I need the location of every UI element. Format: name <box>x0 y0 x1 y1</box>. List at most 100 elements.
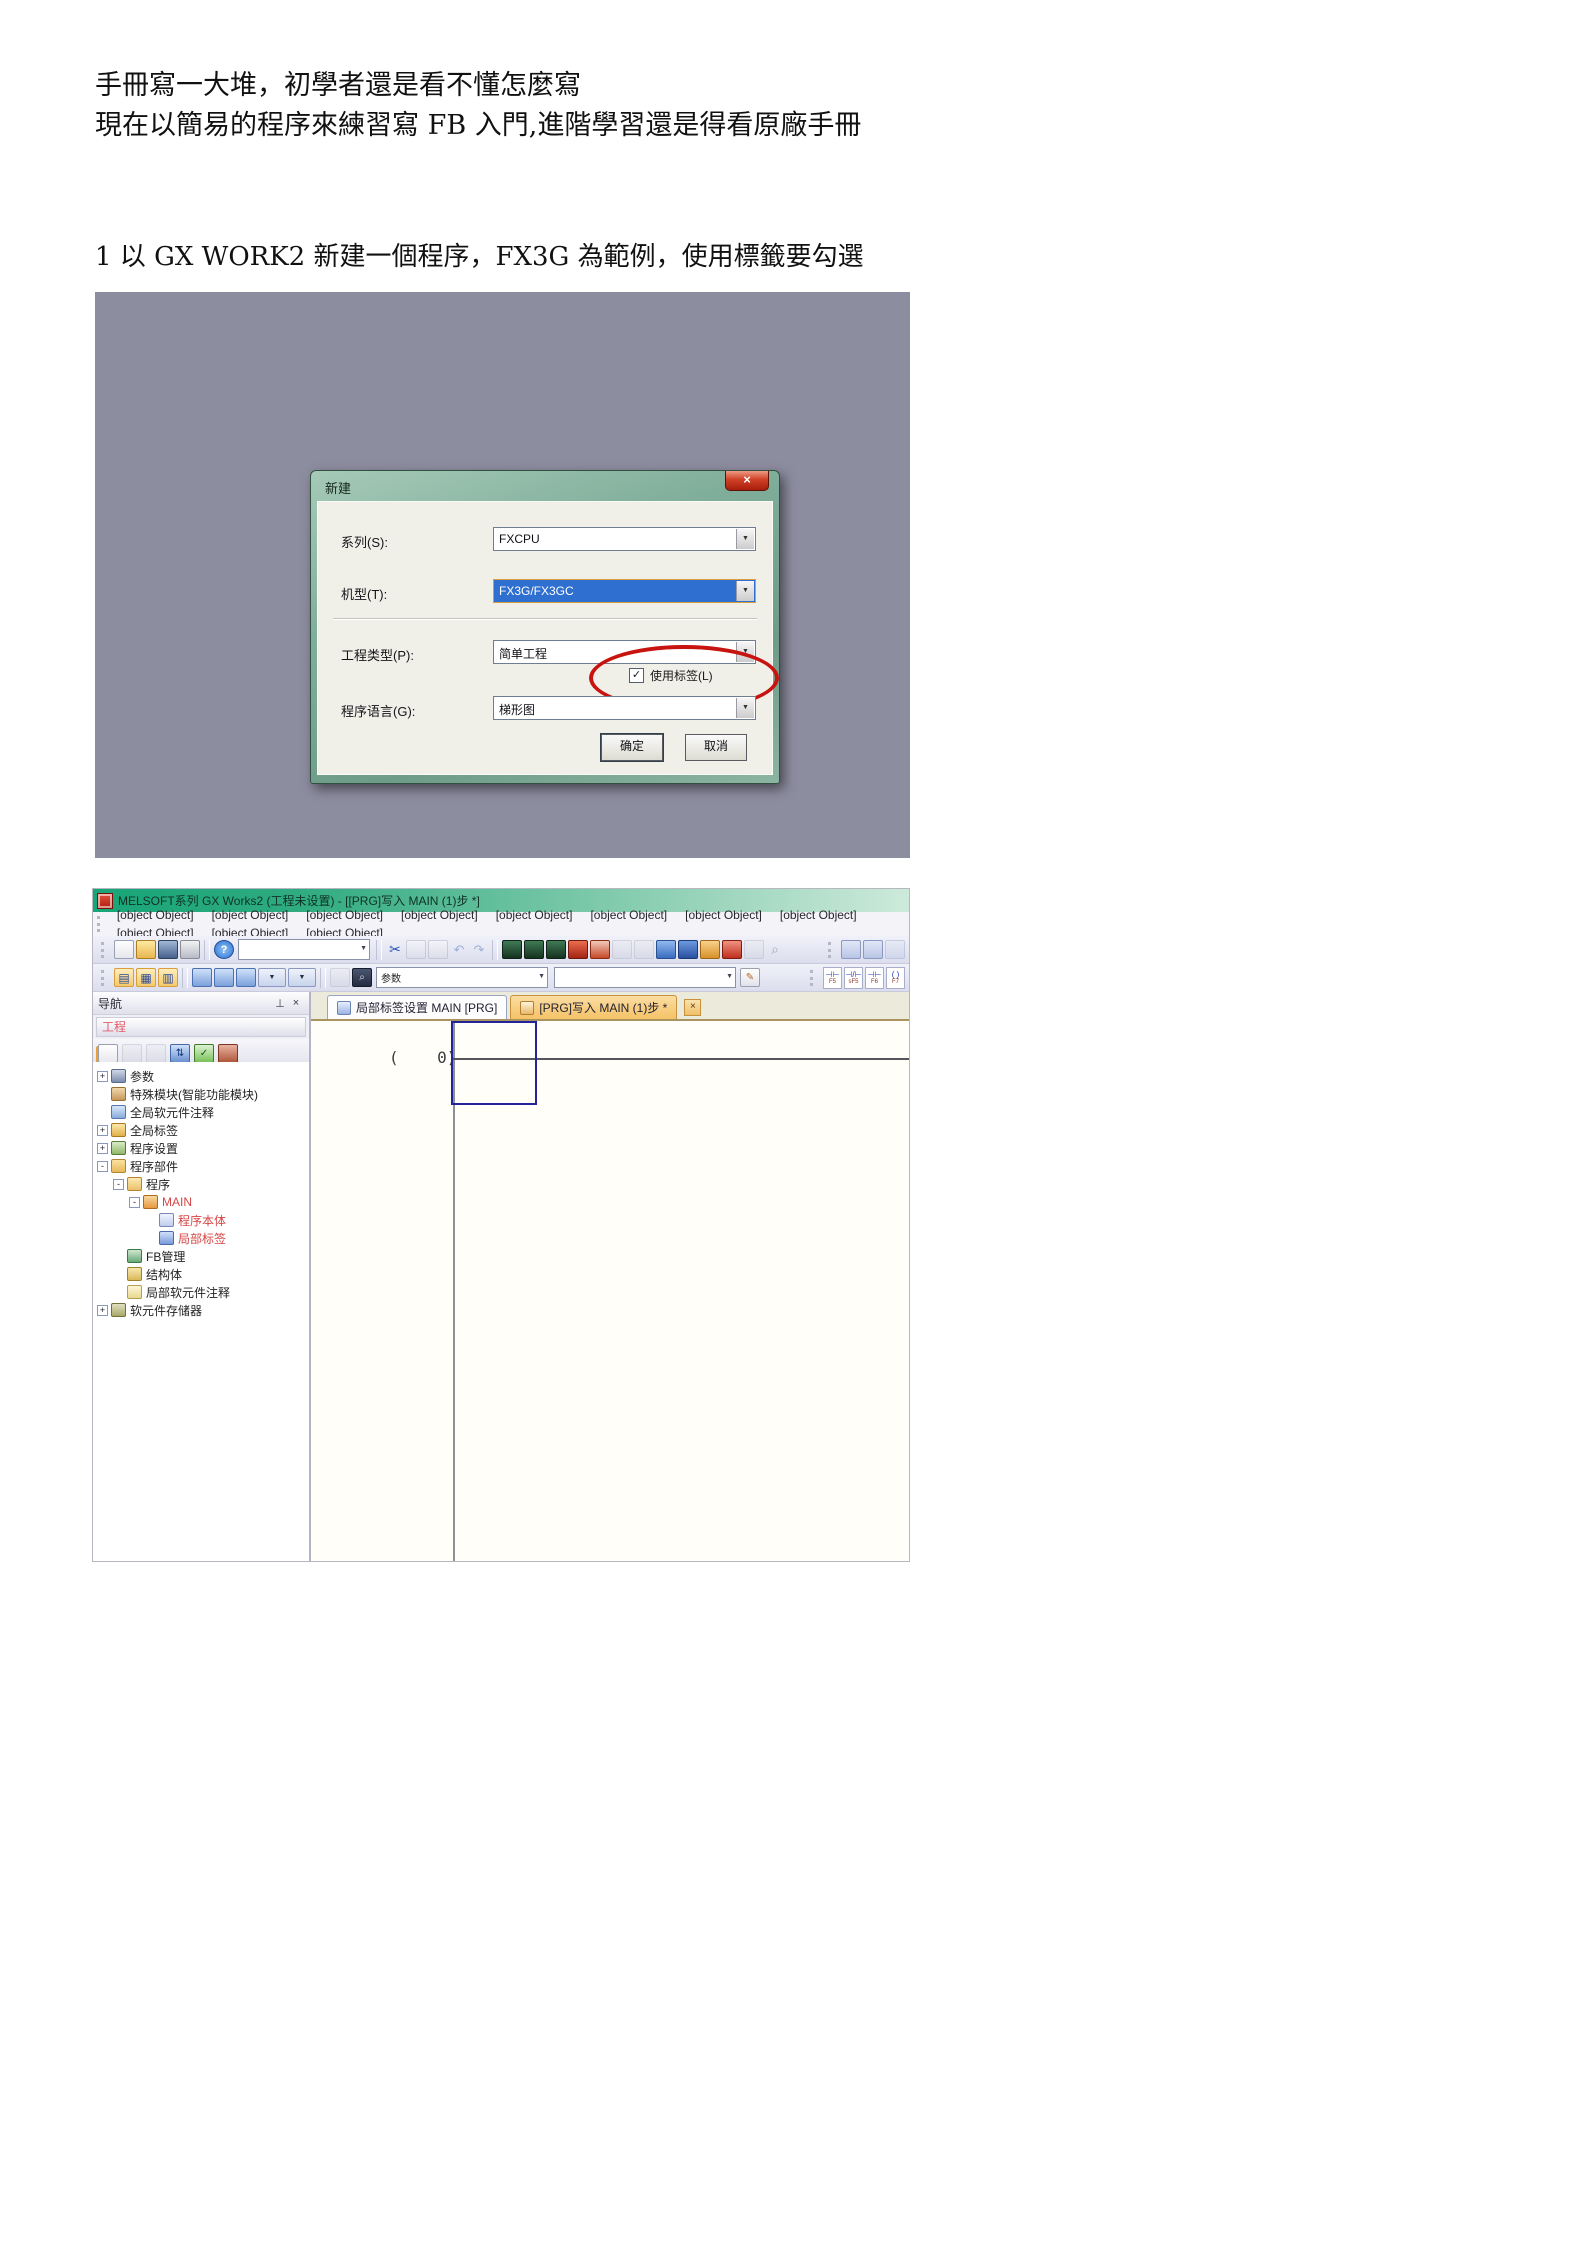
new-project-icon[interactable] <box>114 940 134 959</box>
doc-edit-icon[interactable]: ✎ <box>740 968 760 987</box>
expand-toggle[interactable]: - <box>113 1179 124 1190</box>
program-check-icon[interactable]: ✓ <box>194 1044 214 1063</box>
device-combo[interactable]: 参数 <box>376 967 548 988</box>
expand-toggle[interactable]: + <box>97 1071 108 1082</box>
chevron-down-icon[interactable]: ▼ <box>736 529 754 549</box>
tree-item-pou[interactable]: - 程序部件 <box>93 1157 309 1175</box>
pc-read-icon[interactable] <box>656 940 676 959</box>
pause-icon[interactable] <box>744 940 764 959</box>
open-contact-button[interactable]: ⊣⊢F5 <box>823 967 842 989</box>
parameter-check-icon[interactable] <box>700 940 720 959</box>
expand-toggle[interactable]: + <box>97 1305 108 1316</box>
tree-item-structure[interactable]: 结构体 <box>93 1265 309 1283</box>
view-toolbar-right: ⊣⊢F5⊣/⊢sF5⊣⊢F6( )F7 <box>806 967 909 989</box>
ok-button[interactable]: 确定 <box>601 734 663 761</box>
expand-toggle[interactable]: - <box>129 1197 140 1208</box>
menu-item[interactable]: [object Object] <box>487 904 582 926</box>
undo-icon[interactable]: ↶ <box>450 941 468 958</box>
keyword-combo[interactable] <box>238 939 370 960</box>
expand-toggle[interactable]: + <box>97 1125 108 1136</box>
language-combo[interactable]: 梯形图 ▼ <box>493 696 756 720</box>
tree-item-parameter[interactable]: + 参数 <box>93 1067 309 1085</box>
close-contact-button[interactable]: ⊣/⊢sF5 <box>844 967 863 989</box>
main-program-icon <box>143 1195 158 1209</box>
expand-toggle[interactable]: + <box>97 1143 108 1154</box>
device-display-dropdown[interactable]: ▼ <box>288 968 316 987</box>
chevron-down-icon[interactable]: ▼ <box>736 698 754 718</box>
tree-item-device-memory[interactable]: + 软元件存储器 <box>93 1301 309 1319</box>
menu-item[interactable]: [object Object] <box>676 904 771 926</box>
new-data-icon[interactable] <box>98 1044 118 1063</box>
cut-icon[interactable]: ✂ <box>386 941 404 958</box>
delete-data-icon[interactable] <box>146 1044 166 1063</box>
navigation-title: 导航 <box>98 995 122 1012</box>
print-icon[interactable] <box>180 940 200 959</box>
menu-bar: [object Object][object Object][object Ob… <box>93 912 909 937</box>
tree-item-program-setting[interactable]: + 程序设置 <box>93 1139 309 1157</box>
monitor-mode-icon[interactable] <box>546 940 566 959</box>
menu-item[interactable]: [object Object] <box>771 904 866 926</box>
tree-item-special-module[interactable]: 特殊模块(智能功能模块) <box>93 1085 309 1103</box>
tree-item-label: 软元件存储器 <box>130 1302 202 1319</box>
ladder-cursor-cell <box>451 1021 537 1105</box>
open-branch-button[interactable]: ⊣⊢F6 <box>865 967 884 989</box>
type-combo[interactable]: FX3G/FX3GC ▼ <box>493 579 756 603</box>
fb-instance-icon[interactable] <box>218 1044 238 1063</box>
ladder-canvas[interactable]: ( 0) <box>311 1021 909 1561</box>
note-display-icon[interactable] <box>236 968 256 987</box>
zoom-icon[interactable]: ⌕ <box>766 941 784 958</box>
tree-item-fb[interactable]: FB管理 <box>93 1247 309 1265</box>
ladder-branch-icon[interactable] <box>863 940 883 959</box>
find-icon[interactable]: ⌕ <box>352 968 372 987</box>
pin-icon[interactable]: ⊥ <box>272 997 288 1010</box>
series-combo[interactable]: FXCPU ▼ <box>493 527 756 551</box>
cancel-button[interactable]: 取消 <box>685 734 747 761</box>
new-project-dialog: 新建 × 系列(S): FXCPU ▼ 机型(T): FX3G/FX3GC ▼ … <box>310 470 780 784</box>
close-tab-icon[interactable]: × <box>684 999 701 1016</box>
toolbar-separator <box>182 968 188 988</box>
redo-icon[interactable]: ↷ <box>470 941 488 958</box>
remote-stop-icon[interactable] <box>722 940 742 959</box>
menu-item[interactable]: [object Object] <box>392 904 487 926</box>
comment-display-icon[interactable] <box>192 968 212 987</box>
open-project-icon[interactable] <box>136 940 156 959</box>
value-combo[interactable] <box>554 967 736 988</box>
chevron-down-icon[interactable]: ▼ <box>736 581 754 601</box>
tree-item-program[interactable]: - 程序 <box>93 1175 309 1193</box>
tab-prg-write-main[interactable]: [PRG]写入 MAIN (1)步 * <box>510 995 677 1019</box>
device-test-icon[interactable] <box>634 940 654 959</box>
sort-icon[interactable]: ⇅ <box>170 1044 190 1063</box>
save-project-icon[interactable] <box>158 940 178 959</box>
copy-icon[interactable] <box>406 940 426 959</box>
navigation-window-toggle[interactable]: ▤ <box>114 968 134 987</box>
pc-write-icon[interactable] <box>678 940 698 959</box>
tree-item-local-label[interactable]: 局部标签 <box>93 1229 309 1247</box>
menu-item[interactable]: [object Object] <box>581 904 676 926</box>
output-window-toggle[interactable]: ▥ <box>158 968 178 987</box>
stop-monitor-icon[interactable] <box>612 940 632 959</box>
close-icon[interactable]: × <box>288 997 304 1009</box>
write-mode-icon[interactable] <box>502 940 522 959</box>
tree-item-global-device-comment[interactable]: 全局软元件注释 <box>93 1103 309 1121</box>
ladder-edit-icon[interactable] <box>885 940 905 959</box>
start-monitor-icon[interactable] <box>590 940 610 959</box>
help-icon[interactable]: ? <box>214 940 234 959</box>
tree-item-program-body[interactable]: 程序本体 <box>93 1211 309 1229</box>
read-mode-icon[interactable] <box>524 940 544 959</box>
tree-item-main[interactable]: - MAIN <box>93 1193 309 1211</box>
tree-item-global-label[interactable]: + 全局标签 <box>93 1121 309 1139</box>
watch-icon[interactable] <box>330 968 350 987</box>
ladder-block-icon[interactable] <box>841 940 861 959</box>
statement-display-icon[interactable] <box>214 968 234 987</box>
monitor-write-mode-icon[interactable] <box>568 940 588 959</box>
program-parts-icon <box>111 1159 126 1173</box>
close-icon[interactable]: × <box>725 471 769 491</box>
display-mode-dropdown[interactable]: ▼ <box>258 968 286 987</box>
expand-toggle[interactable]: - <box>97 1161 108 1172</box>
edit-data-icon[interactable] <box>122 1044 142 1063</box>
coil-button[interactable]: ( )F7 <box>886 967 905 989</box>
function-block-window-toggle[interactable]: ▦ <box>136 968 156 987</box>
paste-icon[interactable] <box>428 940 448 959</box>
tab-local-label-setting[interactable]: 局部标签设置 MAIN [PRG] <box>327 995 507 1019</box>
tree-item-local-device-comment[interactable]: 局部软元件注释 <box>93 1283 309 1301</box>
